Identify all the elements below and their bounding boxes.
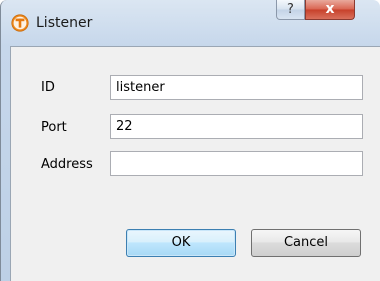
port-label: Port — [41, 120, 67, 135]
id-field[interactable] — [110, 75, 363, 100]
id-label: ID — [41, 80, 55, 95]
help-button[interactable]: ? — [276, 0, 305, 20]
close-button[interactable]: x — [305, 0, 355, 20]
address-field[interactable] — [110, 151, 363, 176]
app-logo-icon — [11, 14, 29, 32]
title-bar[interactable]: Listener ? x — [1, 0, 380, 44]
close-icon: x — [325, 1, 335, 17]
dialog-window: Listener ? x ID Port Address OK Cancel — [0, 0, 380, 281]
address-label: Address — [41, 157, 93, 172]
help-icon: ? — [287, 2, 294, 17]
dialog-body: ID Port Address OK Cancel — [10, 46, 380, 281]
cancel-button[interactable]: Cancel — [251, 229, 361, 257]
window-title: Listener — [36, 15, 93, 31]
ok-button[interactable]: OK — [126, 229, 236, 257]
port-field[interactable] — [110, 114, 363, 139]
